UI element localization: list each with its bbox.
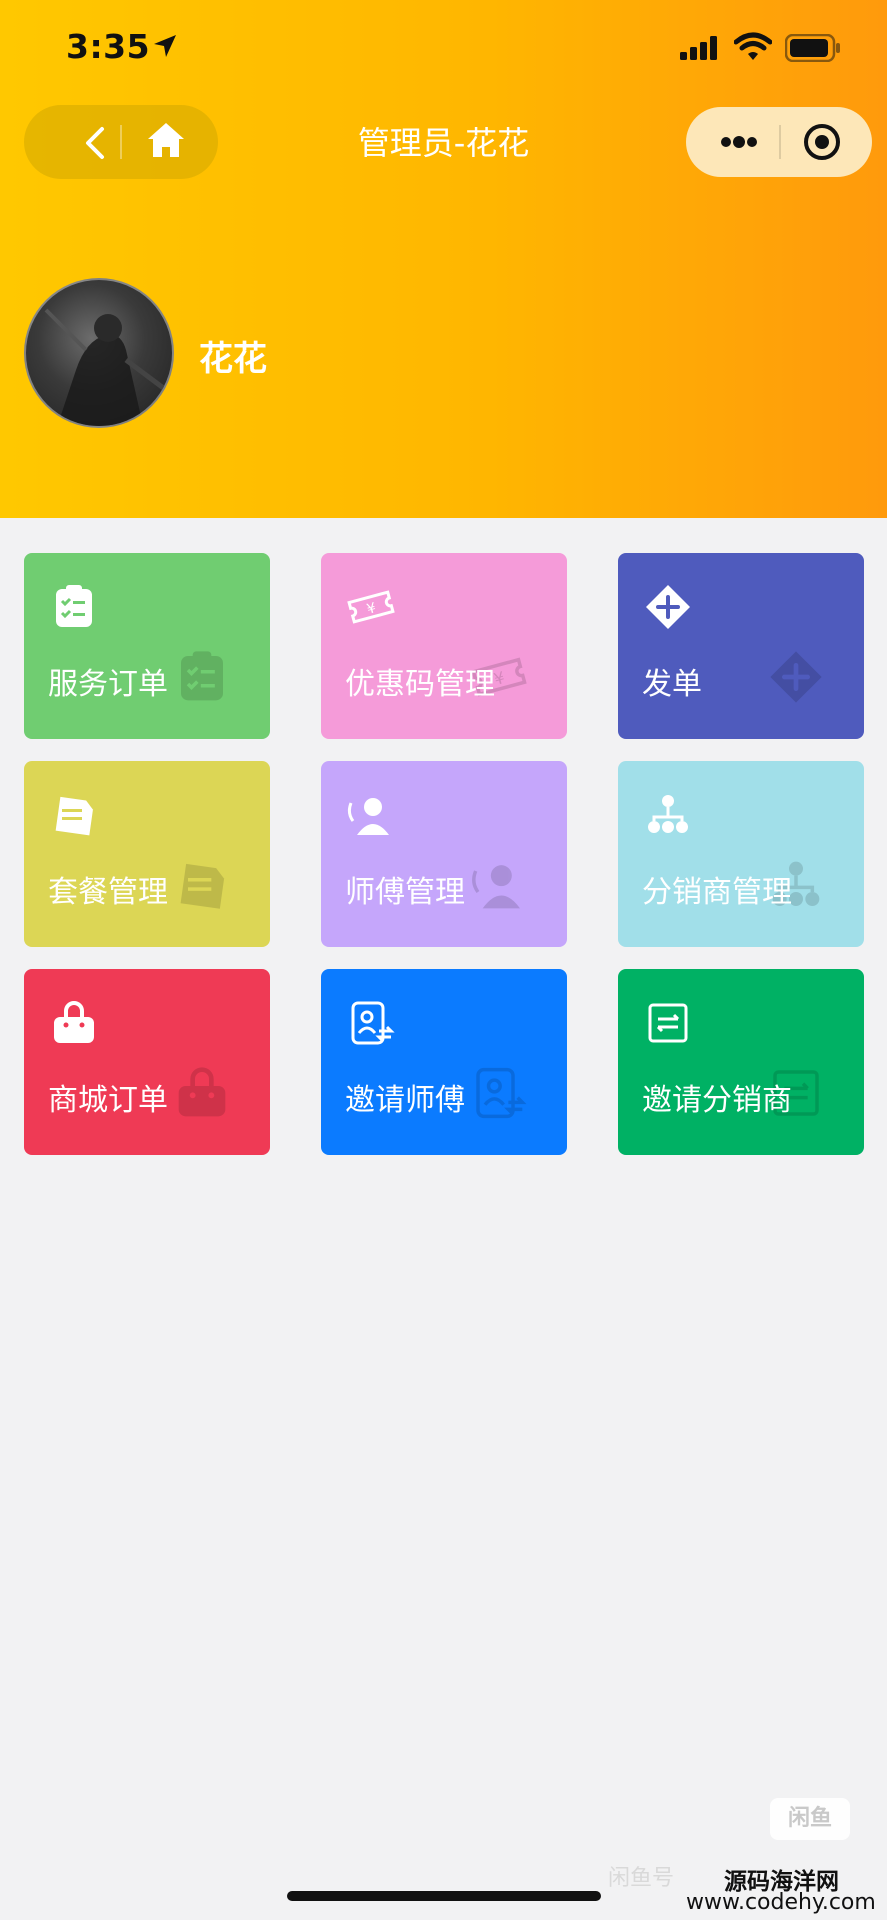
clipboard-check-icon <box>56 585 92 627</box>
signal-icon <box>680 36 717 60</box>
location-arrow-icon <box>154 35 176 57</box>
tile-watermark-icon <box>181 651 223 701</box>
svg-text:¥: ¥ <box>365 600 378 618</box>
menu-tile[interactable]: 分销商管理 <box>618 761 864 947</box>
menu-tile[interactable]: 邀请师傅 <box>321 969 567 1155</box>
tile-watermark-icon <box>180 863 225 909</box>
home-indicator <box>287 1891 601 1901</box>
profile-name: 花花 <box>199 339 267 379</box>
tile-watermark-icon <box>178 1067 226 1117</box>
menu-tile-label: 邀请师傅 <box>345 1083 465 1118</box>
menu-tile-label: 服务订单 <box>48 667 168 702</box>
menu-tile-label: 师傅管理 <box>345 875 465 910</box>
worker-icon <box>347 798 389 835</box>
mini-program-capsule <box>686 107 872 177</box>
capsule-divider <box>779 125 781 159</box>
close-target-icon[interactable] <box>792 119 852 165</box>
menu-tile-label: 商城订单 <box>48 1083 168 1118</box>
shopping-bag-icon <box>54 1001 94 1043</box>
menu-tile[interactable]: 套餐管理 <box>24 761 270 947</box>
avatar[interactable] <box>24 278 174 428</box>
watermark-site-url: www.codehy.com <box>686 1890 876 1915</box>
status-time: 3:35 <box>66 27 151 66</box>
menu-tile-label: 优惠码管理 <box>345 667 495 702</box>
menu-tile-label: 发单 <box>642 667 702 702</box>
header-banner <box>0 0 887 518</box>
menu-tile[interactable]: 发单 <box>618 553 864 739</box>
tile-watermark-icon <box>476 1067 527 1119</box>
invite-badge-icon <box>351 1001 395 1045</box>
menu-tile[interactable]: ¥ ¥ 优惠码管理 <box>321 553 567 739</box>
menu-tile-label: 套餐管理 <box>48 875 168 910</box>
menu-tile-label: 邀请分销商 <box>642 1083 792 1118</box>
watermark-faint-text: 闲鱼号 <box>608 1866 675 1891</box>
plus-circle-icon <box>646 585 690 629</box>
menu-tile[interactable]: 师傅管理 <box>321 761 567 947</box>
menu-tile-label: 分销商管理 <box>642 875 792 910</box>
avatar-image-icon <box>44 308 168 426</box>
tile-watermark-icon <box>472 865 520 909</box>
tile-watermark-icon <box>770 651 822 703</box>
menu-tile[interactable]: 服务订单 <box>24 553 270 739</box>
invite-frame-icon <box>648 1003 688 1043</box>
menu-tile[interactable]: 商城订单 <box>24 969 270 1155</box>
org-tree-icon <box>648 795 688 833</box>
battery-icon <box>785 34 840 62</box>
more-dots-icon[interactable] <box>704 121 774 163</box>
watermark-badge: 闲鱼 <box>770 1798 850 1840</box>
wifi-icon <box>734 32 772 60</box>
menu-tile[interactable]: 邀请分销商 <box>618 969 864 1155</box>
package-notes-icon <box>55 796 93 836</box>
coupon-ticket-icon: ¥ <box>347 590 395 624</box>
